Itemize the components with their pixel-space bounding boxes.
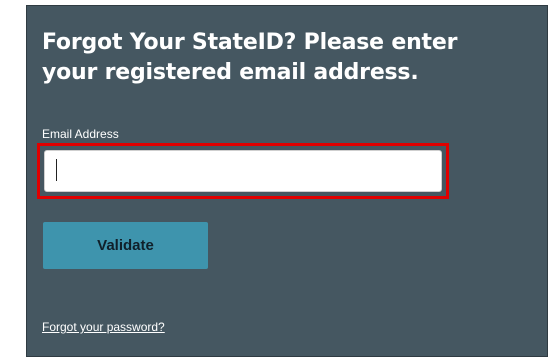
forgot-password-link[interactable]: Forgot your password? [42, 320, 165, 334]
screenshot-frame: Forgot Your StateID? Please enter your r… [0, 0, 552, 362]
page-title: Forgot Your StateID? Please enter your r… [42, 30, 458, 85]
text-cursor [56, 159, 57, 181]
email-field[interactable] [44, 150, 442, 192]
validate-button[interactable]: Validate [43, 222, 208, 269]
email-label: Email Address [42, 127, 119, 141]
